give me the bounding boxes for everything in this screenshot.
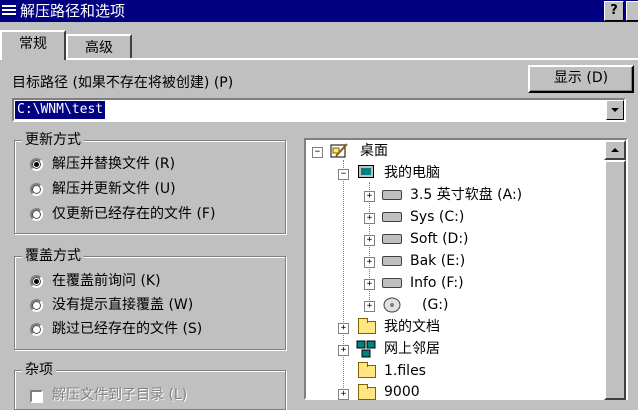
- tab-advanced[interactable]: 高级: [66, 34, 132, 58]
- radio-update-existing[interactable]: [30, 208, 43, 221]
- tree-node-folder[interactable]: 9000: [384, 382, 420, 404]
- checkbox-label[interactable]: 解压文件到子目录 (L): [52, 386, 187, 404]
- scroll-thumb[interactable]: [604, 160, 626, 400]
- path-combobox[interactable]: C:\WNM\test: [12, 98, 626, 122]
- folder-tree[interactable]: [304, 138, 628, 400]
- folder-icon: [358, 384, 376, 400]
- tree-node-drive-d[interactable]: Soft (D:): [410, 229, 469, 251]
- tree-node-my-computer[interactable]: 我的电脑: [384, 163, 440, 185]
- computer-icon: [358, 165, 374, 178]
- chevron-down-icon: [611, 108, 619, 112]
- expand-toggle[interactable]: +: [364, 257, 375, 268]
- scroll-up-button[interactable]: [604, 140, 626, 160]
- collapse-toggle[interactable]: −: [312, 147, 323, 158]
- radio-label[interactable]: 仅更新已经存在的文件 (F): [52, 205, 215, 223]
- tree-vertical-scrollbar[interactable]: [604, 140, 626, 400]
- update-mode-title: 更新方式: [22, 131, 84, 149]
- tab-general[interactable]: 常规: [0, 30, 66, 60]
- tree-node-drive-c[interactable]: Sys (C:): [410, 207, 464, 229]
- radio-label[interactable]: 没有提示直接覆盖 (W): [52, 296, 193, 314]
- collapse-toggle[interactable]: −: [338, 169, 349, 180]
- radio-ask-before-overwrite[interactable]: [30, 275, 43, 288]
- folder-icon: [358, 362, 376, 378]
- radio-overwrite-without-prompt[interactable]: [30, 299, 43, 312]
- tree-node-drive-g[interactable]: (G:): [422, 295, 449, 317]
- tree-node-drive-e[interactable]: Bak (E:): [410, 251, 465, 273]
- drive-icon: [382, 234, 402, 244]
- cdrom-icon: [382, 296, 402, 313]
- tree-node-drive-f[interactable]: Info (F:): [410, 273, 464, 295]
- path-label: 目标路径 (如果不存在将被创建) (P): [12, 75, 234, 91]
- radio-label[interactable]: 解压并更新文件 (U): [52, 180, 176, 198]
- tree-line: [343, 160, 344, 400]
- expand-toggle[interactable]: +: [338, 389, 349, 400]
- folder-icon: [358, 318, 376, 334]
- system-menu-icon[interactable]: [2, 3, 16, 17]
- radio-label[interactable]: 解压并替换文件 (R): [52, 155, 175, 173]
- overwrite-mode-title: 覆盖方式: [22, 247, 84, 265]
- radio-label[interactable]: 在覆盖前询问 (K): [52, 272, 161, 290]
- tree-node-desktop[interactable]: 桌面: [360, 141, 388, 163]
- desktop-icon: [330, 142, 350, 158]
- expand-toggle[interactable]: +: [338, 345, 349, 356]
- radio-extract-update[interactable]: [30, 183, 43, 196]
- expand-toggle[interactable]: +: [364, 213, 375, 224]
- expand-toggle[interactable]: +: [338, 323, 349, 334]
- tree-node-my-documents[interactable]: 我的文档: [384, 317, 440, 339]
- radio-label[interactable]: 跳过已经存在的文件 (S): [52, 320, 202, 338]
- title-bar[interactable]: 解压路径和选项 ?: [0, 0, 638, 22]
- misc-title: 杂项: [22, 361, 56, 379]
- window-title: 解压路径和选项: [20, 2, 126, 20]
- close-button[interactable]: [626, 1, 638, 21]
- expand-toggle[interactable]: +: [364, 301, 375, 312]
- expand-toggle[interactable]: +: [364, 279, 375, 290]
- expand-toggle[interactable]: +: [364, 235, 375, 246]
- radio-skip-existing[interactable]: [30, 323, 43, 336]
- chevron-up-icon: [611, 148, 619, 152]
- help-button[interactable]: ?: [604, 1, 624, 21]
- path-input[interactable]: C:\WNM\test: [15, 101, 106, 119]
- tree-node-floppy[interactable]: 3.5 英寸软盘 (A:): [410, 185, 522, 207]
- tree-node-folder[interactable]: 1.files: [384, 361, 426, 383]
- radio-extract-replace[interactable]: [30, 158, 43, 171]
- expand-toggle[interactable]: +: [364, 191, 375, 202]
- show-button[interactable]: 显示 (D): [528, 65, 634, 93]
- floppy-icon: [382, 190, 402, 200]
- checkbox-extract-to-subfolder[interactable]: [30, 390, 43, 403]
- drive-icon: [382, 278, 402, 288]
- tree-node-network[interactable]: 网上邻居: [384, 339, 440, 361]
- network-icon: [356, 340, 376, 358]
- drive-icon: [382, 256, 402, 266]
- path-dropdown-button[interactable]: [606, 100, 624, 120]
- drive-icon: [382, 212, 402, 222]
